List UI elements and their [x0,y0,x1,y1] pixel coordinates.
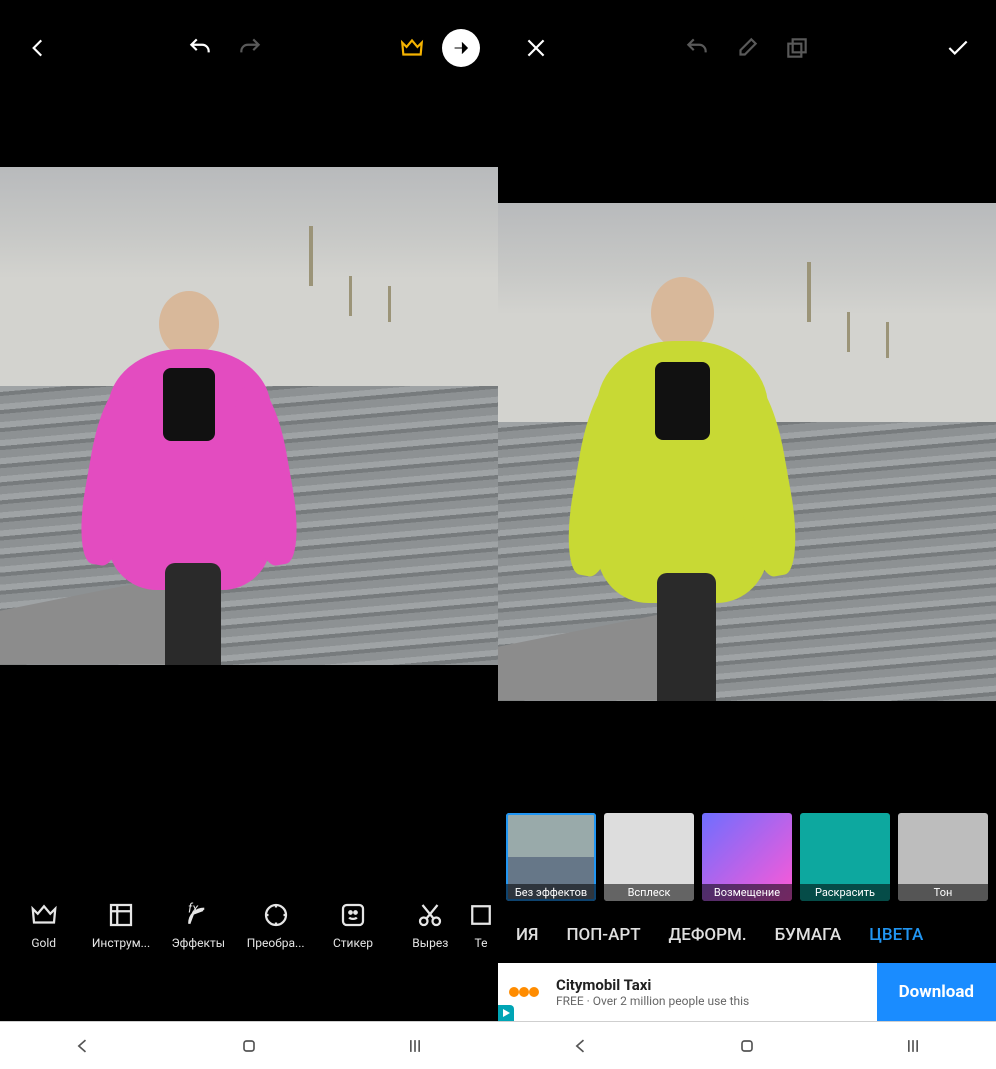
nav-recents-icon[interactable] [903,1036,923,1056]
nav-home-icon[interactable] [737,1036,757,1056]
crown-gold-icon[interactable] [392,28,432,68]
ad-app-icon [508,974,544,1010]
photo-canvas[interactable] [498,96,996,807]
fx-label: Всплеск [604,884,694,901]
android-navbar [498,1021,996,1069]
ad-badge-icon [498,1005,514,1021]
fx-thumb-replace[interactable]: Возмещение [702,813,792,901]
nav-back-icon[interactable] [73,1036,93,1056]
tool-label: Gold [31,936,56,950]
ad-banner[interactable]: Citymobil Taxi FREE · Over 2 million peo… [498,963,996,1021]
cat-popart[interactable]: ПОП-АРТ [566,925,640,945]
effects-categories: ИЯ ПОП-АРТ ДЕФОРМ. БУМАГА ЦВЕТА [498,907,996,963]
tool-label: Вырез [412,936,448,950]
tool-label: Стикер [333,936,373,950]
fx-thumb-colorize[interactable]: Раскрасить [800,813,890,901]
tool-label: Те [474,936,487,950]
tool-label: Эффекты [172,936,225,950]
redo-icon[interactable] [230,28,270,68]
android-navbar [0,1021,498,1069]
fx-thumb-none[interactable]: Без эффектов [506,813,596,901]
tool-effects[interactable]: fx Эффекты [161,900,236,950]
fx-label: Тон [898,884,988,901]
ad-subtitle: FREE · Over 2 million people use this [556,994,865,1008]
bottom-toolbar: Gold Инструм... fx Эффекты Преобра... Ст… [0,885,498,965]
photo-canvas[interactable] [0,96,498,735]
nav-home-icon[interactable] [239,1036,259,1056]
eraser-icon[interactable] [727,28,767,68]
layers-icon[interactable] [777,28,817,68]
cat-deform[interactable]: ДЕФОРМ. [669,925,747,945]
fx-label: Без эффектов [506,884,596,901]
nav-back-icon[interactable] [571,1036,591,1056]
close-icon[interactable] [516,28,556,68]
editor-screen-effects: Без эффектов Всплеск Возмещение Раскраси… [498,0,996,1069]
tool-gold[interactable]: Gold [6,900,81,950]
nav-recents-icon[interactable] [405,1036,425,1056]
top-toolbar [498,0,996,96]
tool-text[interactable]: Те [470,900,492,950]
ad-title: Citymobil Taxi [556,976,865,994]
fx-label: Возмещение [702,884,792,901]
fx-label: Раскрасить [800,884,890,901]
svg-text:fx: fx [188,902,199,917]
tool-sticker[interactable]: Стикер [315,900,390,950]
tool-label: Преобра... [247,936,305,950]
top-toolbar [0,0,498,96]
tool-instruments[interactable]: Инструм... [83,900,158,950]
editor-screen-main: Gold Инструм... fx Эффекты Преобра... Ст… [0,0,498,1069]
back-icon[interactable] [18,28,58,68]
undo-icon[interactable] [180,28,220,68]
next-button[interactable] [442,29,480,67]
fx-thumb-tone[interactable]: Тон [898,813,988,901]
ad-text: Citymobil Taxi FREE · Over 2 million peo… [556,976,865,1008]
tool-label: Инструм... [92,936,150,950]
apply-check-icon[interactable] [938,28,978,68]
cat-colors[interactable]: ЦВЕТА [869,925,923,945]
tool-cutout[interactable]: Вырез [393,900,468,950]
cat-paper[interactable]: БУМАГА [775,925,842,945]
tool-transform[interactable]: Преобра... [238,900,313,950]
effects-strip: Без эффектов Всплеск Возмещение Раскраси… [498,807,996,907]
cat-partial[interactable]: ИЯ [516,925,538,945]
ad-download-button[interactable]: Download [877,963,996,1021]
undo-icon[interactable] [677,28,717,68]
fx-thumb-splash[interactable]: Всплеск [604,813,694,901]
